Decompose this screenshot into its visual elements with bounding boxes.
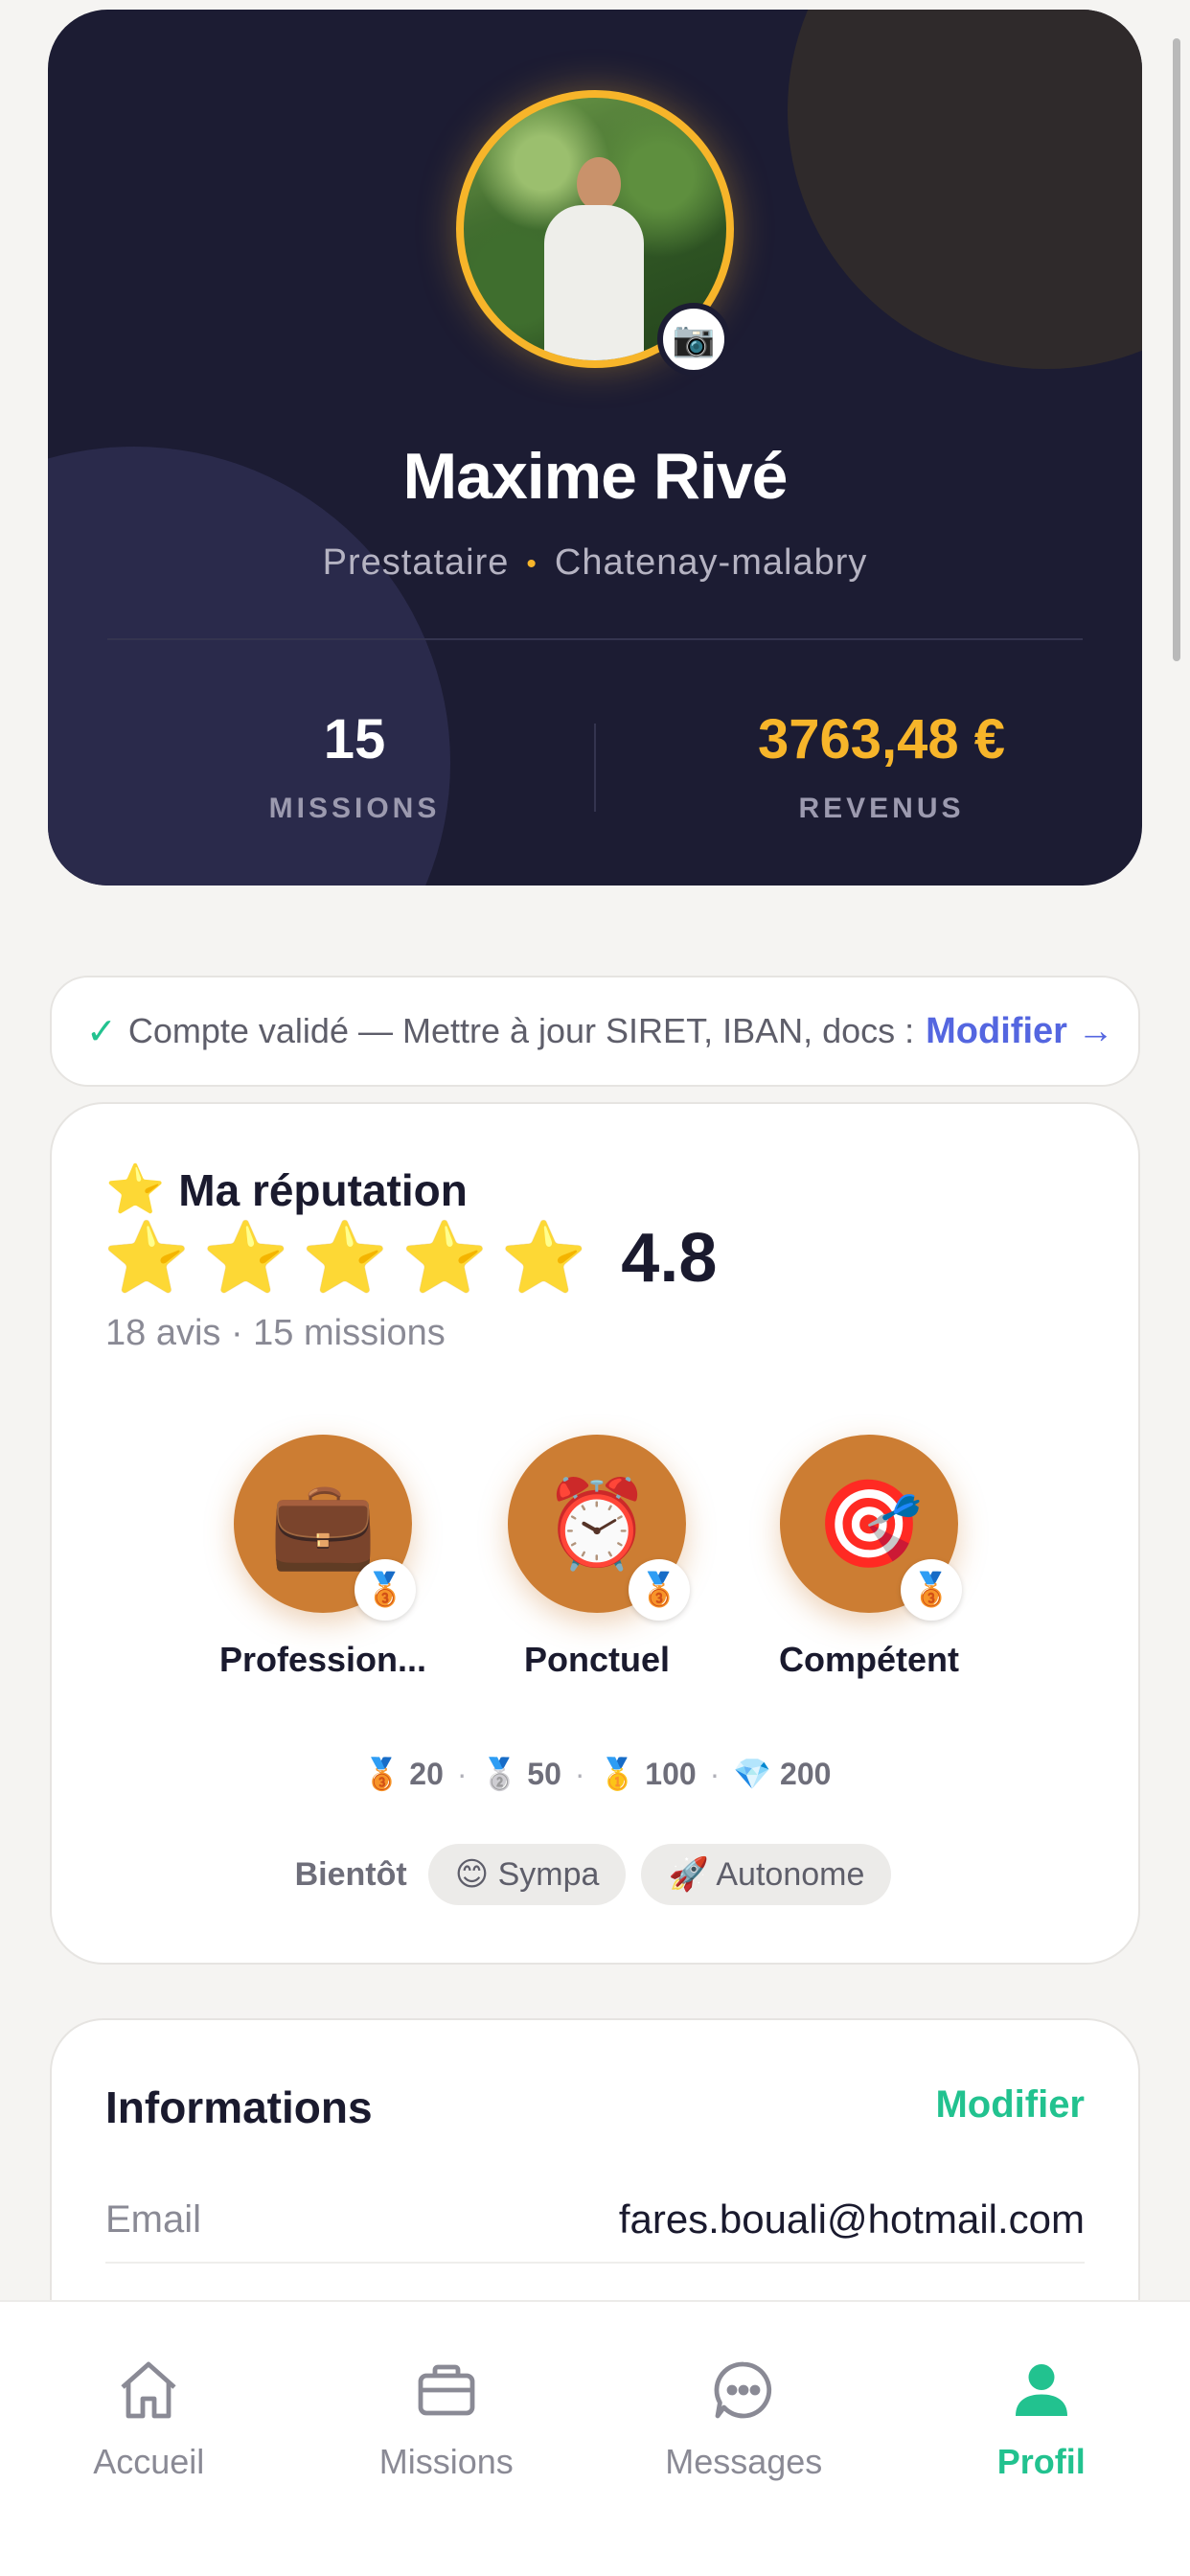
badge-tiers: 🥉 20 · 🥈 50 · 🥇 100 · 💎 200 bbox=[52, 1756, 1142, 1792]
badge-label: Compétent bbox=[779, 1640, 959, 1679]
missions-stat: 15 MISSIONS bbox=[134, 707, 575, 825]
briefcase-icon bbox=[298, 2352, 596, 2428]
banner-modify-link[interactable]: Modifier → bbox=[926, 1011, 1113, 1052]
upcoming-badge-label: Sympa bbox=[497, 1856, 600, 1893]
star-icon: ⭐ bbox=[302, 1220, 388, 1297]
missions-count: 15 bbox=[323, 708, 386, 770]
tier-value: 50 bbox=[527, 1757, 561, 1791]
soon-label: Bientôt bbox=[294, 1855, 407, 1893]
tier-bronze: 🥉 20 bbox=[363, 1757, 444, 1791]
check-icon: ✓ bbox=[86, 1011, 117, 1052]
reputation-summary: 18 avis · 15 missions bbox=[105, 1313, 446, 1353]
profile-city: Chatenay-malabry bbox=[554, 542, 868, 583]
tier-diamond: 💎 200 bbox=[733, 1757, 831, 1791]
bronze-medal-icon: 🥉 bbox=[901, 1559, 962, 1621]
nav-item-messages[interactable]: Messages bbox=[595, 2352, 893, 2576]
gold-medal-icon: 🥇 bbox=[598, 1757, 637, 1791]
missions-label: MISSIONS bbox=[268, 793, 441, 824]
info-row-email: Email fares.bouali@hotmail.com bbox=[105, 2177, 1085, 2264]
tier-separator: · bbox=[456, 1757, 468, 1791]
avatar-container: 📷 bbox=[456, 90, 734, 387]
revenue-stat: 3763,48 € REVENUS bbox=[661, 707, 1102, 825]
upcoming-badge-label: Autonome bbox=[716, 1856, 865, 1893]
tier-separator: · bbox=[709, 1757, 721, 1791]
bronze-medal-icon: 🥉 bbox=[355, 1559, 416, 1621]
badge-professionnel[interactable]: 💼 🥉 Profession... bbox=[208, 1435, 438, 1680]
diamond-icon: 💎 bbox=[733, 1757, 772, 1791]
star-icon: ⭐ bbox=[105, 1162, 166, 1216]
info-value: fares.bouali@hotmail.com bbox=[618, 2196, 1085, 2242]
tier-silver: 🥈 50 bbox=[481, 1757, 561, 1791]
star-icon: ⭐ bbox=[202, 1220, 289, 1297]
badge-circle: ⏰ 🥉 bbox=[508, 1435, 690, 1621]
profile-name: Maxime Rivé bbox=[402, 440, 789, 513]
separator-dot: • bbox=[526, 547, 538, 580]
badge-ponctuel[interactable]: ⏰ 🥉 Ponctuel bbox=[482, 1435, 712, 1680]
alarm-clock-icon: ⏰ bbox=[542, 1476, 652, 1573]
revenue-label: REVENUS bbox=[798, 793, 965, 824]
smile-icon: 😊 bbox=[454, 1856, 490, 1893]
bronze-medal-icon: 🥉 bbox=[629, 1559, 690, 1621]
bronze-medal-icon: 🥉 bbox=[362, 1757, 401, 1791]
tier-value: 100 bbox=[645, 1757, 697, 1791]
banner-text: Compte validé — Mettre à jour SIRET, IBA… bbox=[127, 1011, 915, 1050]
badge-competent[interactable]: 🎯 🥉 Compétent bbox=[754, 1435, 984, 1680]
informations-edit-button[interactable]: Modifier bbox=[935, 2083, 1085, 2127]
avatar-photo-head bbox=[577, 157, 621, 211]
tier-separator: · bbox=[574, 1757, 585, 1791]
nav-label: Profil bbox=[996, 2442, 1086, 2481]
bottom-nav: Accueil Missions Messages Profil bbox=[0, 2300, 1190, 2576]
avatar-photo-body bbox=[544, 205, 644, 360]
tier-gold: 🥇 100 bbox=[599, 1757, 697, 1791]
badge-label: Ponctuel bbox=[523, 1640, 670, 1679]
upcoming-badge-autonome: 🚀 Autonome bbox=[641, 1844, 892, 1905]
star-icon: ⭐ bbox=[103, 1220, 190, 1297]
camera-icon[interactable]: 📷 bbox=[657, 303, 730, 376]
rating-score: 4.8 bbox=[621, 1220, 718, 1297]
star-icon: ⭐ bbox=[400, 1220, 488, 1297]
chat-bubble-icon bbox=[595, 2352, 893, 2428]
badges-row: 💼 🥉 Profession... ⏰ 🥉 Ponctuel 🎯 🥉 Compé… bbox=[52, 1435, 1142, 1684]
tier-value: 20 bbox=[409, 1757, 444, 1791]
nav-item-accueil[interactable]: Accueil bbox=[0, 2352, 298, 2576]
star-icon: ⭐ bbox=[500, 1220, 587, 1297]
profile-role: Prestataire bbox=[322, 542, 510, 583]
nav-item-missions[interactable]: Missions bbox=[298, 2352, 596, 2576]
target-icon: 🎯 bbox=[814, 1476, 924, 1573]
upcoming-badge-sympa: 😊 Sympa bbox=[427, 1844, 627, 1905]
profile-screen: 📷 Maxime Rivé Prestataire • Chatenay-malab… bbox=[0, 0, 1190, 2576]
scrollbar[interactable] bbox=[1173, 38, 1180, 661]
reputation-title: ⭐ Ma réputation bbox=[105, 1162, 468, 1218]
reputation-card: ⭐ Ma réputation ⭐ ⭐ ⭐ ⭐ ⭐ 4.8 18 avis · … bbox=[50, 1102, 1140, 1965]
nav-label: Messages bbox=[665, 2442, 823, 2481]
rocket-icon: 🚀 bbox=[668, 1856, 709, 1893]
account-validated-banner[interactable]: ✓ Compte validé — Mettre à jour SIRET, I… bbox=[50, 976, 1140, 1087]
profile-subtitle: Prestataire • Chatenay-malabry bbox=[48, 542, 1142, 584]
silver-medal-icon: 🥈 bbox=[480, 1757, 519, 1791]
briefcase-icon: 💼 bbox=[268, 1476, 378, 1573]
badge-label: Profession... bbox=[218, 1640, 427, 1679]
tier-value: 200 bbox=[780, 1757, 832, 1791]
decorative-blob bbox=[788, 10, 1142, 369]
info-key: Email bbox=[105, 2197, 202, 2241]
revenue-amount: 3763,48 € bbox=[757, 708, 1006, 770]
user-icon bbox=[893, 2352, 1190, 2428]
badge-circle: 🎯 🥉 bbox=[780, 1435, 962, 1621]
nav-item-profil[interactable]: Profil bbox=[893, 2352, 1190, 2576]
divider bbox=[594, 724, 596, 812]
nav-label: Accueil bbox=[93, 2442, 205, 2481]
home-icon bbox=[0, 2352, 298, 2428]
badge-circle: 💼 🥉 bbox=[234, 1435, 416, 1621]
profile-hero-card: 📷 Maxime Rivé Prestataire • Chatenay-malab… bbox=[48, 10, 1142, 886]
informations-title: Informations bbox=[105, 2082, 373, 2132]
rating-stars: ⭐ ⭐ ⭐ ⭐ ⭐ 4.8 bbox=[103, 1219, 717, 1298]
reputation-title-text: Ma réputation bbox=[178, 1164, 468, 1215]
upcoming-badges: Bientôt 😊 Sympa 🚀 Autonome bbox=[52, 1844, 1142, 1905]
divider bbox=[107, 638, 1083, 640]
nav-label: Missions bbox=[378, 2442, 514, 2481]
